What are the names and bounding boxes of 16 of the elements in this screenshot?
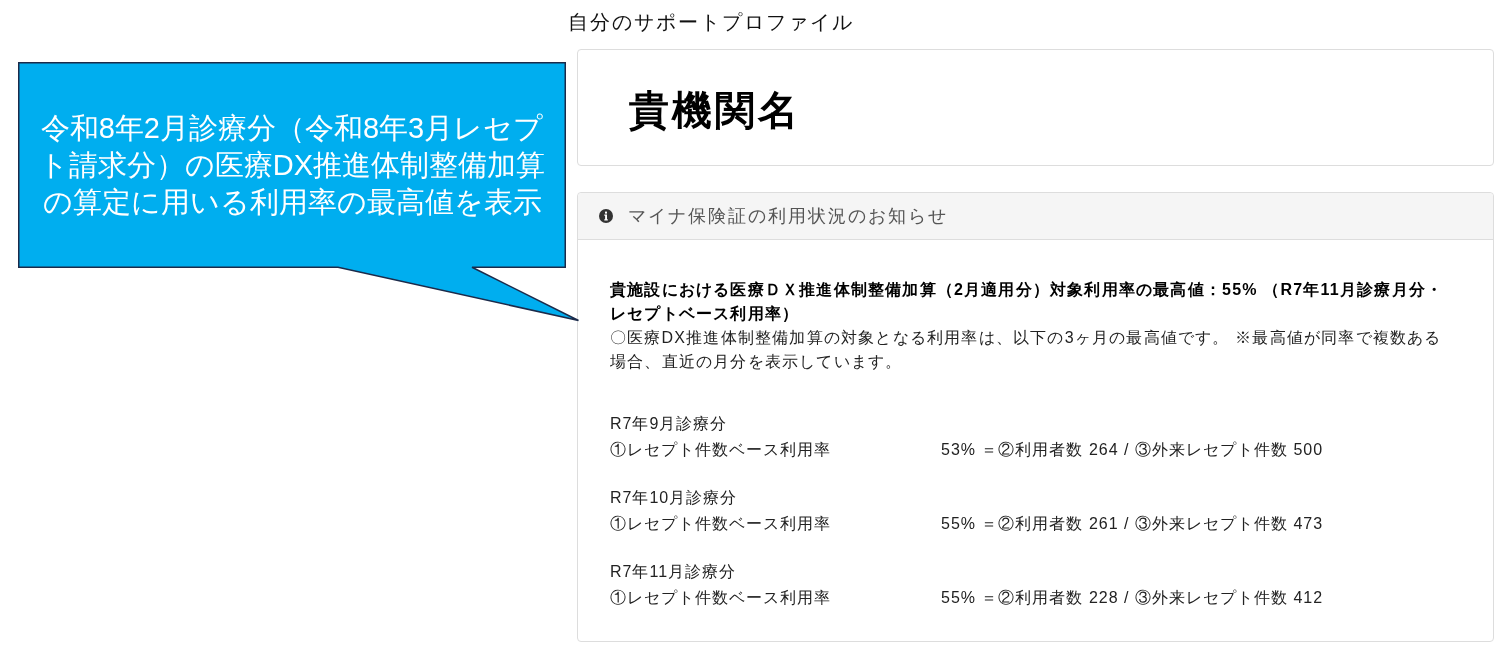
metric-label: ①レセプト件数ベース利用率 <box>610 440 832 460</box>
metric-value: 55% ＝②利用者数 228 / ③外来レセプト件数 412 <box>941 588 1324 608</box>
metric-label: ①レセプト件数ベース利用率 <box>610 588 832 608</box>
institution-name: 貴機関名 <box>629 87 801 134</box>
metric-value: 53% ＝②利用者数 264 / ③外来レセプト件数 500 <box>941 440 1324 460</box>
period-label: R7年11月診療分 <box>610 562 737 582</box>
headline-text: 貴施設における医療ＤＸ推進体制整備加算（2月適用分）対象利用率の最高値：55% （R7年11月診療月分・レセプトベース利用率） <box>610 280 1445 324</box>
period-label: R7年10月診療分 <box>610 488 738 508</box>
description-text: 〇医療DX推進体制整備加算の対象となる利用率は、以下の3ヶ月の最高値です。 ※最高値が同率で複数ある場合、直近の月分を表示しています。 <box>610 328 1443 372</box>
period-label: R7年9月診療分 <box>610 414 728 434</box>
info-icon <box>599 209 613 223</box>
page-title: 自分のサポートプロファイル <box>568 10 854 35</box>
metric-value: 55% ＝②利用者数 261 / ③外来レセプト件数 473 <box>941 514 1324 534</box>
metric-label: ①レセプト件数ベース利用率 <box>610 514 832 534</box>
panel-header-title: マイナ保険証の利用状況のお知らせ <box>628 204 948 228</box>
callout-text: 令和8年2月診療分（令和8年3月レセプト請求分）の医療DX推進体制整備加算の算定に用いる利用率の最高値を表示 <box>37 110 547 220</box>
